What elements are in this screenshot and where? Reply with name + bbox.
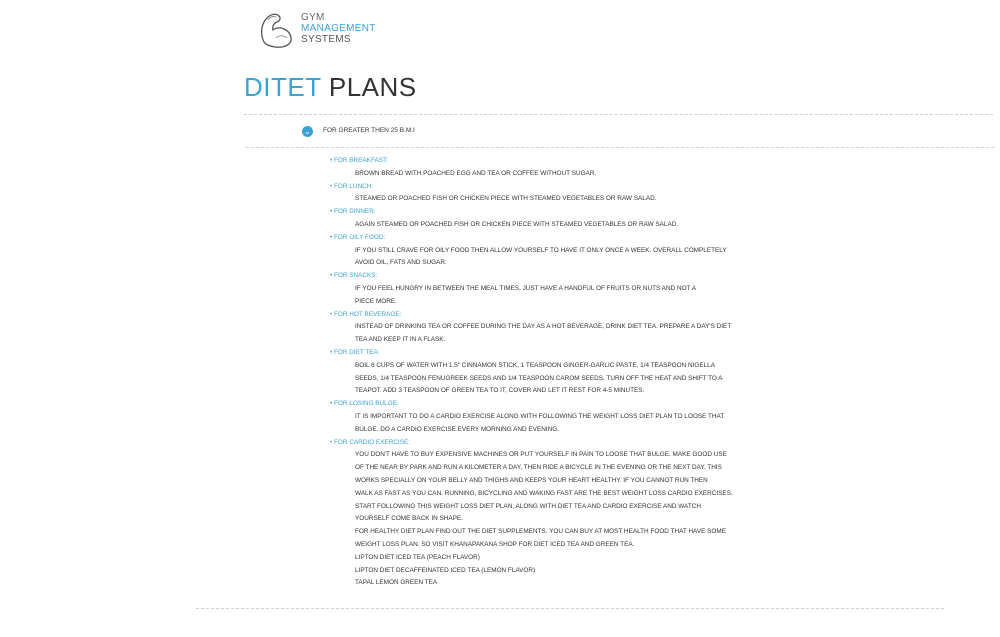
section-text-line: TAPAL LEMON GREEN TEA: [355, 579, 438, 587]
section-text-line: LIPTON DIET ICED TEA (PEACH FLAVOR): [355, 553, 480, 561]
section-text-line: FOR HEALTHY DIET PLAN FIND OUT THE DIET …: [355, 528, 726, 536]
section-text-line: TEAPOT. ADD 3 TEASPOON OF GREEN TEA TO I…: [355, 387, 645, 395]
section-title: • FOR DINNER:: [330, 208, 376, 216]
section-text-line: AVOID OIL, FATS AND SUGAR.: [355, 259, 447, 267]
section-text-line: INSTEAD OF DRINKING TEA OR COFFEE DURING…: [355, 323, 732, 331]
section-text-line: PIECE MORE.: [355, 297, 397, 305]
divider: [244, 114, 993, 115]
section-text-line: AGAIN STEAMED OR POACHED FISH OR CHICKEN…: [355, 220, 679, 228]
section-text-line: TEA AND KEEP IT IN A FLASK.: [355, 336, 446, 344]
section-text-line: START FOLLOWING THIS WEIGHT LOSS DIET PL…: [355, 502, 701, 510]
divider: [246, 147, 994, 148]
logo-line-gym: GYM: [301, 12, 325, 23]
section-title: • FOR SNACKS:: [330, 272, 378, 280]
diet-plan-content: • FOR BREAKFAST: BROWN BREAD WITH POACHED…: [330, 155, 750, 590]
section-title: • FOR LUNCH:: [330, 182, 374, 190]
section-text-line: WALK AS FAST AS YOU CAN. RUNNING, BICYCL…: [355, 489, 733, 497]
accordion-label: FOR GREATER THEN 25 B.M.I: [323, 127, 415, 134]
section-title: • FOR BREAKFAST:: [330, 157, 388, 164]
muscle-arm-icon: [260, 13, 292, 48]
section-text-line: WEIGHT LOSS PLAN. SO VISIT KHANAPAKANA S…: [355, 540, 635, 548]
section-title: • FOR OILY FOOD:: [330, 233, 386, 241]
section-text-line: IF YOU STILL CRAVE FOR OILY FOOD THEN AL…: [355, 246, 727, 254]
section-title: • FOR HOT BEVERAGE:: [330, 310, 402, 318]
section-text-line: SEEDS, 1/4 TEASPOON FENUGREEK SEEDS AND …: [355, 374, 723, 382]
logo[interactable]: GYM MANAGEMENT SYSTEMS: [258, 8, 398, 54]
section-text-line: LIPTON DIET DECAFFEINATED ICED TEA (LEMO…: [355, 566, 536, 574]
divider: [196, 608, 944, 609]
section-text-line: IF YOU FEEL HUNGRY IN BETWEEN THE MEAL T…: [355, 284, 697, 292]
section-text-line: YOU DON'T HAVE TO BUY EXPENSIVE MACHINES…: [355, 451, 727, 459]
page-title-rest: PLANS: [328, 72, 417, 102]
chevron-down-icon[interactable]: ⌄: [302, 126, 313, 137]
section-title: • FOR CARDIO EXERCISE:: [330, 438, 411, 446]
section-text-line: WORKS SPECIALLY ON YOUR BELLY AND THIGHS…: [355, 476, 708, 484]
section-text-line: BROWN BREAD WITH POACHED EGG AND TEA OR …: [355, 169, 597, 177]
section-text-line: IT IS IMPORTANT TO DO A CARDIO EXERCISE …: [355, 412, 725, 420]
section-text-line: BOIL 6 CUPS OF WATER WITH 1.5" CINNAMON …: [355, 361, 715, 369]
section-text-line: YOURSELF COME BACK IN SHAPE.: [355, 515, 463, 523]
page-title-accent: DITET: [244, 72, 322, 102]
section-title: • FOR DIET TEA:: [330, 348, 380, 356]
logo-line-management: MANAGEMENT: [301, 23, 376, 34]
section-text-line: BULGE. DO A CARDIO EXERCISE EVERY MORNIN…: [355, 425, 559, 433]
section-title: • FOR LOSING BULGE:: [330, 400, 399, 408]
section-text-line: STEAMED OR POACHED FISH OR CHICKEN PIECE…: [355, 195, 657, 203]
page-title: DITET PLANS: [244, 72, 417, 103]
section-text-line: OF THE NEAR BY PARK AND RUN A KILOMETER …: [355, 464, 722, 472]
logo-line-systems: SYSTEMS: [301, 34, 351, 45]
